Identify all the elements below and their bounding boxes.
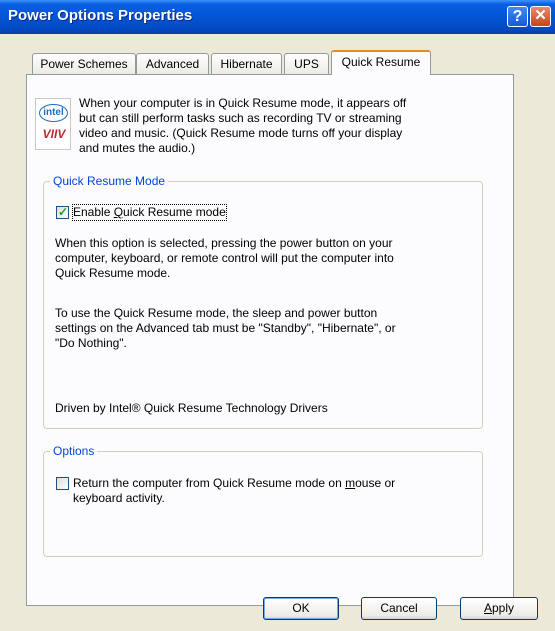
tab-advanced[interactable]: Advanced <box>136 53 209 74</box>
window-title: Power Options Properties <box>8 7 193 24</box>
close-icon[interactable]: ✕ <box>530 6 551 27</box>
apply-button[interactable]: Apply <box>460 597 538 620</box>
enable-quick-resume-checkbox[interactable]: ✓ <box>56 205 69 219</box>
return-on-mouse-keyboard-label[interactable]: Return the computer from Quick Resume mo… <box>73 476 473 506</box>
return-on-mouse-keyboard-checkbox[interactable] <box>56 477 69 490</box>
tab-quick-resume[interactable]: Quick Resume <box>331 50 431 75</box>
quick-resume-description: When this option is selected, pressing t… <box>55 236 394 280</box>
settings-requirement-note: To use the Quick Resume mode, the sleep … <box>55 306 396 350</box>
help-icon[interactable]: ? <box>507 6 528 27</box>
intel-logo-icon: intel <box>39 104 68 122</box>
title-bar[interactable]: Power Options Properties ? ✕ <box>0 0 555 34</box>
tab-ups[interactable]: UPS <box>284 53 329 74</box>
options-group-label: Options <box>50 444 98 458</box>
enable-quick-resume-label[interactable]: Enable Quick Resume mode <box>72 204 227 221</box>
quick-resume-mode-group-label: Quick Resume Mode <box>50 174 169 188</box>
tab-power-schemes[interactable]: Power Schemes <box>32 53 136 74</box>
intel-viiv-logo: intel VIIV <box>35 98 71 150</box>
ok-button[interactable]: OK <box>263 597 339 620</box>
cancel-button[interactable]: Cancel <box>361 597 437 620</box>
tab-hibernate[interactable]: Hibernate <box>211 53 282 74</box>
driver-note: Driven by Intel® Quick Resume Technology… <box>55 401 328 415</box>
intro-text: When your computer is in Quick Resume mo… <box>79 96 407 155</box>
viiv-logo-icon: VIIV <box>42 127 66 141</box>
checkmark-icon: ✓ <box>58 205 69 219</box>
power-options-dialog: Power Options Properties ? ✕ Power Schem… <box>0 0 555 631</box>
